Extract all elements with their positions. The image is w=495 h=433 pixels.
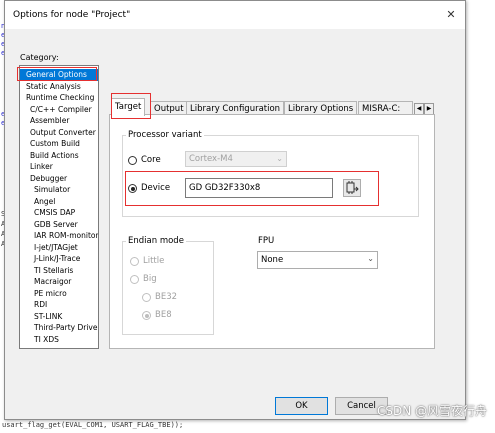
fpu-select-value: None — [261, 255, 284, 265]
category-item-j-link[interactable]: J-Link/J-Trace — [34, 253, 80, 265]
background-code-line: usart_flag_get(EVAL_COM1, USART_FLAG_TBE… — [0, 418, 495, 433]
watermark: CSDN @风雪夜行舟 — [376, 404, 487, 418]
target-tab-panel: Processor variant Core Cortex-M4 ⌄ Devic… — [109, 114, 435, 349]
title-bar: Options for node "Project" ✕ — [5, 1, 465, 29]
endian-mode-group — [122, 241, 214, 335]
ok-button[interactable]: OK — [275, 397, 328, 415]
little-endian-radio[interactable] — [130, 257, 139, 266]
category-item-debugger[interactable]: Debugger — [30, 173, 67, 185]
category-item-third-party-driver[interactable]: Third-Party Driver — [34, 322, 98, 334]
processor-variant-legend: Processor variant — [126, 130, 204, 140]
category-item-iar-rom-monitor[interactable]: IAR ROM-monitor — [34, 230, 98, 242]
category-item-custom-build[interactable]: Custom Build — [30, 138, 80, 150]
category-item-macraigor[interactable]: Macraigor — [34, 276, 71, 288]
big-endian-label: Big — [143, 274, 157, 284]
be8-label: BE8 — [155, 310, 172, 320]
category-item-general-options[interactable]: General Options — [20, 69, 98, 81]
be8-radio[interactable] — [142, 311, 151, 320]
category-item-cmsis-dap[interactable]: CMSIS DAP — [34, 207, 75, 219]
device-label: Device — [141, 183, 171, 193]
core-label: Core — [141, 155, 161, 165]
device-field[interactable]: GD GD32F330x8 — [185, 178, 333, 198]
category-item-angel[interactable]: Angel — [34, 196, 55, 208]
category-item-build-actions[interactable]: Build Actions — [30, 150, 79, 162]
category-item-c-compiler[interactable]: C/C++ Compiler — [30, 104, 92, 116]
dialog-title: Options for node "Project" — [13, 10, 131, 20]
category-item-ti-stellaris[interactable]: TI Stellaris — [34, 265, 73, 277]
close-icon[interactable]: ✕ — [443, 7, 459, 23]
category-list[interactable]: General Options Static Analysis Runtime … — [19, 65, 99, 349]
core-select[interactable]: Cortex-M4 ⌄ — [185, 151, 287, 167]
category-item-assembler[interactable]: Assembler — [30, 115, 69, 127]
big-endian-radio[interactable] — [130, 275, 139, 284]
category-item-simulator[interactable]: Simulator — [34, 184, 70, 196]
core-select-value: Cortex-M4 — [189, 154, 233, 164]
be32-radio[interactable] — [142, 293, 151, 302]
fpu-select[interactable]: None ⌄ — [257, 251, 378, 269]
category-item-static-analysis[interactable]: Static Analysis — [26, 81, 81, 93]
device-picker-icon — [346, 181, 359, 194]
category-item-st-link[interactable]: ST-LINK — [34, 311, 62, 323]
be32-label: BE32 — [155, 292, 178, 302]
chevron-down-icon: ⌄ — [367, 254, 374, 263]
core-radio[interactable] — [128, 156, 137, 165]
endian-mode-legend: Endian mode — [126, 236, 186, 246]
fpu-label: FPU — [258, 236, 275, 246]
category-item-runtime-checking[interactable]: Runtime Checking — [26, 92, 94, 104]
processor-variant-group — [122, 135, 419, 217]
category-item-gdb-server[interactable]: GDB Server — [34, 219, 78, 231]
category-item-linker[interactable]: Linker — [30, 161, 53, 173]
category-item-i-jet[interactable]: I-jet/JTAGjet — [34, 242, 78, 254]
tab-target[interactable]: Target — [111, 98, 146, 116]
category-item-ti-xds[interactable]: TI XDS — [34, 334, 59, 346]
category-item-rdi[interactable]: RDI — [34, 299, 47, 311]
chevron-down-icon: ⌄ — [276, 154, 283, 163]
category-item-pe-micro[interactable]: PE micro — [34, 288, 67, 300]
device-radio[interactable] — [128, 184, 137, 193]
device-select-button[interactable] — [343, 179, 361, 197]
options-dialog: Options for node "Project" ✕ Category: G… — [4, 0, 466, 420]
category-label: Category: — [20, 53, 59, 62]
category-item-output-converter[interactable]: Output Converter — [30, 127, 96, 139]
little-endian-label: Little — [143, 256, 165, 266]
